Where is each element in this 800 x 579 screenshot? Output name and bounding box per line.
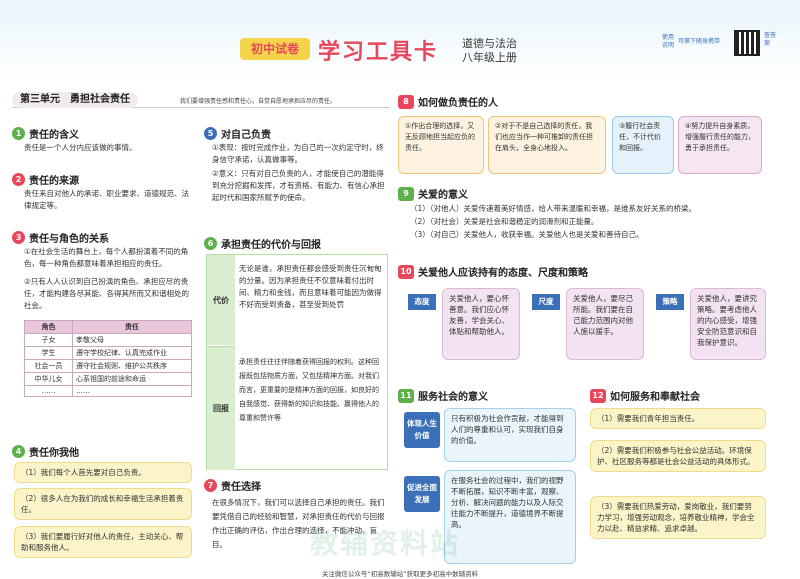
s11-heading: 11 服务社会的意义 — [398, 388, 488, 403]
header-title: 学习工具卡 — [318, 40, 439, 65]
table-row: 学生 遵守学校纪律、认真完成作业 — [24, 346, 192, 360]
role-table: 角色 责任 子女 孝敬父母 学生 遵守学校纪律、认真完成作业 社会一员 遵守社会规则、维… — [24, 320, 192, 397]
value-label: 体现人生价值 — [404, 412, 440, 448]
s4-item: （1）我们每个人首先要对自己负责。 — [14, 462, 192, 483]
watermark: 教辅资料站 — [310, 527, 461, 560]
footer-note: 关注微信公众号“初高数辅站”获取更多初高中数辅资料 — [321, 570, 479, 578]
s7-heading: 7 责任选择 — [204, 478, 261, 493]
s9-item: （1）（对他人）关爱传递着美好情感，给人带来温暖和幸福，是维系友好关系的桥梁。 — [410, 204, 697, 213]
s9-item: （2）（对社会）关爱是社会和谐稳定的润滑剂和正能量。 — [410, 217, 599, 226]
s3-heading: 3 责任与角色的关系 — [12, 230, 109, 245]
measure-card: 关爱他人，要尽己所能。我们要在自己能力范围内对他人施以援手。 — [566, 288, 644, 360]
s2-heading: 2 责任的来源 — [12, 172, 79, 187]
unit-title: 第三单元 勇担社会责任 — [12, 92, 138, 108]
reward-label: 回报 — [207, 346, 235, 470]
s12-item: （1）需要我们青年担当责任。 — [590, 408, 766, 429]
strategy-card: 关爱他人，要讲究策略。要考虑他人的内心感受，增强安全防范意识和自我保护意识。 — [690, 288, 766, 360]
develop-label: 促进全面发展 — [404, 476, 440, 512]
s2-text: 责任来自对他人的承诺、职业要求、道德规范、法律规定等。 — [24, 189, 189, 210]
qr-code-icon[interactable] — [734, 30, 760, 56]
s1-text: 责任是一个人分内应该做的事情。 — [24, 143, 137, 152]
cost-text: 无论是谁，承担责任都会感受到责任沉甸甸的分量。因为承担责任不仅意味着付出时间、精… — [239, 264, 382, 309]
s8-step: ①作出合理的选择，又无反顾地担当起应负的责任。 — [398, 116, 484, 174]
table-row: 中华儿女 心系祖国的前途和命运 — [24, 372, 192, 386]
develop-card: 在服务社会的过程中，我们的视野不断拓展，知识不断丰富，观察、分析、解决问题的能力… — [444, 470, 576, 564]
cost-label: 代价 — [207, 255, 235, 345]
attitude-label: 态度 — [408, 294, 436, 310]
s12-item: （2）需要我们积极参与社会公益活动。环境保护、社区服务等都是社会公益活动的具体形… — [590, 440, 766, 472]
s5-p2: ②意义：只有对自己负责的人，才能使自己的潜能得到充分挖掘和发挥，才有资格、有能力… — [212, 169, 385, 202]
measure-label: 尺度 — [532, 294, 560, 310]
cost-reward-table: 代价 无论是谁，承担责任都会感受到责任沉甸甸的分量。因为承担责任不仅意味着付出时… — [206, 254, 388, 470]
s4-item: （2）很多人在为我们的成长和幸福生活承担着责任。 — [14, 488, 192, 520]
s6-heading: 6 承担责任的代价与回报 — [204, 236, 321, 251]
s1-heading: 1 责任的含义 — [12, 126, 79, 141]
table-row: 子女 孝敬父母 — [24, 333, 192, 347]
value-card: 只有积极为社会作贡献，才能得到人们的尊重和认可，实现我们自身的价值。 — [444, 408, 576, 462]
s8-step: ③履行社会责任，不计代价和回报。 — [612, 116, 674, 174]
portable-note: 可撕下随身携带 — [678, 38, 721, 45]
table-head: 责任 — [72, 320, 192, 334]
s5-heading: 5 对自己负责 — [204, 126, 271, 141]
s3-p2: ②只有人人认识到自己扮演的角色、承担应尽的责任，才能构建各尽其能、各得其所而又和… — [24, 277, 189, 310]
s12-item: （3）需要我们热爱劳动，爱岗敬业，我们要努力学习，增强劳动观念，培养敬业精神，学… — [590, 496, 766, 539]
s4-item: （3）我们要履行好对他人的责任，主动关心、帮助和服务他人。 — [14, 526, 192, 558]
s12-heading: 12 如何服务和奉献社会 — [590, 388, 700, 403]
unit-subtitle: 我们要增强责任感和责任心，自觉自愿地承担应尽的责任。 — [180, 98, 337, 105]
s8-step: ④努力提升自身素质，增强履行责任的能力，勇于承担责任。 — [678, 116, 762, 174]
table-row: ………… — [24, 385, 192, 397]
s5-p1: ①表现：按时完成作业，为自己的一次约定守时，终身信守承诺，认真做事等。 — [212, 143, 384, 164]
s8-step: ②对于不是自己选择的责任，我们也应当作一种可推卸的责任担在肩头，全身心地投入。 — [488, 116, 606, 174]
s9-heading: 9 关爱的意义 — [398, 186, 468, 201]
s10-heading: 10 关爱他人应该持有的态度、尺度和策略 — [398, 264, 588, 279]
table-row: 社会一员 遵守社会规则、维护公共秩序 — [24, 359, 192, 373]
reward-text: 承担责任往往伴随着获得回报的权利。这种回报既包括物质方面，又包括精神方面。对我们… — [239, 358, 379, 422]
s4-heading: 4 责任你我他 — [12, 444, 79, 459]
strategy-label: 策略 — [656, 294, 684, 310]
table-head: 角色 — [24, 320, 73, 334]
s8-heading: 8 如何做负责任的人 — [398, 94, 498, 109]
attitude-card: 关爱他人，要心怀善意。我们应心怀友善，学会关心、体贴和帮助他人。 — [442, 288, 520, 360]
s3-p1: ①在社会生活的舞台上，每个人都扮演着不同的角色，每一种角色都意味着承担相应的责任… — [24, 247, 189, 268]
use-note-b: 说明 — [662, 42, 675, 49]
header-badge: 初中试卷 — [240, 38, 310, 60]
qr-note: 查答案 — [764, 32, 777, 47]
s9-item: （3）（对自己）关爱他人，收获幸福。关爱他人也是关爱和善待自己。 — [410, 230, 644, 239]
header-grade: 八年级上册 — [462, 51, 517, 64]
